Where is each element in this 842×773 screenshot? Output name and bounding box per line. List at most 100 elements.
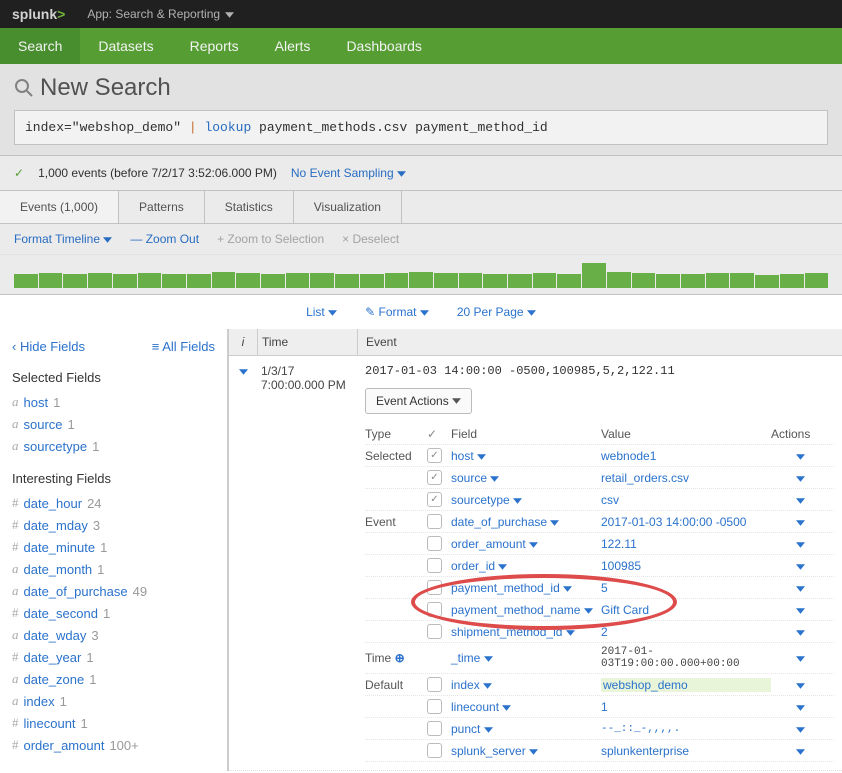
- timeline-bar[interactable]: [459, 273, 483, 288]
- field-checkbox[interactable]: [427, 580, 442, 595]
- timeline-bar[interactable]: [39, 273, 63, 288]
- timeline-bar[interactable]: [805, 273, 829, 288]
- event-sampling[interactable]: No Event Sampling: [291, 166, 406, 180]
- field-checkbox[interactable]: [427, 721, 442, 736]
- timeline-bar[interactable]: [681, 274, 705, 288]
- timeline-bar[interactable]: [755, 275, 779, 288]
- field-name[interactable]: date_hour: [24, 496, 83, 511]
- format-timeline[interactable]: Format Timeline: [14, 232, 112, 246]
- field-name-cell[interactable]: index: [451, 678, 601, 692]
- timeline-bar[interactable]: [212, 272, 236, 288]
- timeline-bar[interactable]: [88, 273, 112, 288]
- field-value-cell[interactable]: 2017-01-03T19:00:00.000+00:00: [601, 646, 771, 670]
- timeline-bar[interactable]: [508, 274, 532, 288]
- field-value-cell[interactable]: 100985: [601, 559, 771, 573]
- field-name-cell[interactable]: punct: [451, 722, 601, 736]
- timeline-bar[interactable]: [582, 263, 606, 288]
- zoom-out[interactable]: — Zoom Out: [130, 232, 199, 246]
- field-name[interactable]: sourcetype: [24, 439, 88, 454]
- timeline-bar[interactable]: [656, 274, 680, 288]
- field-name-cell[interactable]: shipment_method_id: [451, 625, 601, 639]
- field-name[interactable]: date_wday: [24, 628, 87, 643]
- field-name[interactable]: linecount: [24, 716, 76, 731]
- timeline-bar[interactable]: [113, 274, 137, 288]
- field-name[interactable]: host: [24, 395, 49, 410]
- field-actions-caret[interactable]: [771, 744, 811, 758]
- timeline-bar[interactable]: [138, 273, 162, 288]
- timeline-bar[interactable]: [607, 272, 631, 288]
- field-value-cell[interactable]: splunkenterprise: [601, 744, 771, 758]
- field-value-cell[interactable]: 1: [601, 700, 771, 714]
- field-actions-caret[interactable]: [771, 722, 811, 736]
- field-checkbox[interactable]: [427, 514, 442, 529]
- nav-alerts[interactable]: Alerts: [257, 28, 329, 64]
- field-name[interactable]: source: [24, 417, 63, 432]
- timeline-bar[interactable]: [187, 274, 211, 288]
- field-checkbox[interactable]: [427, 492, 442, 507]
- timeline-bar[interactable]: [286, 273, 310, 288]
- nav-reports[interactable]: Reports: [172, 28, 257, 64]
- field-value-cell[interactable]: 5: [601, 581, 771, 595]
- field-item[interactable]: ahost1: [12, 391, 215, 413]
- field-value-cell[interactable]: csv: [601, 493, 771, 507]
- field-item[interactable]: #date_hour24: [12, 492, 215, 514]
- field-value-cell[interactable]: retail_orders.csv: [601, 471, 771, 485]
- timeline-chart[interactable]: [0, 255, 842, 295]
- field-name[interactable]: date_year: [24, 650, 82, 665]
- field-item[interactable]: #date_year1: [12, 646, 215, 668]
- field-actions-caret[interactable]: [771, 603, 811, 617]
- timeline-bar[interactable]: [706, 273, 730, 288]
- field-actions-caret[interactable]: [771, 625, 811, 639]
- tab-patterns[interactable]: Patterns: [119, 191, 205, 223]
- nav-datasets[interactable]: Datasets: [80, 28, 171, 64]
- field-item[interactable]: adate_zone1: [12, 668, 215, 690]
- field-name-cell[interactable]: payment_method_name: [451, 603, 601, 617]
- field-item[interactable]: asource1: [12, 413, 215, 435]
- all-fields[interactable]: ≡ All Fields: [152, 339, 215, 354]
- field-name-cell[interactable]: date_of_purchase: [451, 515, 601, 529]
- format-menu[interactable]: ✎ Format: [365, 305, 429, 319]
- field-name[interactable]: date_of_purchase: [24, 584, 128, 599]
- field-actions-caret[interactable]: [771, 493, 811, 507]
- timeline-bar[interactable]: [236, 273, 260, 288]
- tab-visualization[interactable]: Visualization: [294, 191, 402, 223]
- field-actions-caret[interactable]: [771, 515, 811, 529]
- field-item[interactable]: #date_second1: [12, 602, 215, 624]
- field-item[interactable]: aindex1: [12, 690, 215, 712]
- field-name-cell[interactable]: order_amount: [451, 537, 601, 551]
- field-name[interactable]: order_amount: [24, 738, 105, 753]
- field-value-cell[interactable]: Gift Card: [601, 603, 771, 617]
- app-menu[interactable]: App: Search & Reporting: [87, 7, 234, 21]
- timeline-bar[interactable]: [483, 274, 507, 288]
- field-name-cell[interactable]: sourcetype: [451, 493, 601, 507]
- tab-events[interactable]: Events (1,000): [0, 191, 119, 223]
- field-name[interactable]: date_second: [24, 606, 98, 621]
- field-name-cell[interactable]: payment_method_id: [451, 581, 601, 595]
- timeline-bar[interactable]: [310, 273, 334, 288]
- field-name[interactable]: date_mday: [24, 518, 88, 533]
- field-value-cell[interactable]: 2017-01-03 14:00:00 -0500: [601, 515, 771, 529]
- timeline-bar[interactable]: [730, 273, 754, 288]
- field-checkbox[interactable]: [427, 536, 442, 551]
- search-input[interactable]: index="webshop_demo" | lookup payment_me…: [14, 110, 828, 145]
- field-name-cell[interactable]: order_id: [451, 559, 601, 573]
- field-checkbox[interactable]: [427, 448, 442, 463]
- field-name-cell[interactable]: linecount: [451, 700, 601, 714]
- field-actions-caret[interactable]: [771, 700, 811, 714]
- field-item[interactable]: #order_amount100+: [12, 734, 215, 756]
- collapse-icon[interactable]: [229, 356, 257, 770]
- timeline-bar[interactable]: [434, 273, 458, 288]
- timeline-bar[interactable]: [409, 272, 433, 288]
- timeline-bar[interactable]: [261, 274, 285, 288]
- field-name-cell[interactable]: host: [451, 449, 601, 463]
- field-value-cell[interactable]: --_::_-,,,,.: [601, 723, 771, 735]
- field-actions-caret[interactable]: [771, 651, 811, 665]
- col-time[interactable]: Time: [257, 329, 357, 355]
- field-value-cell[interactable]: webshop_demo: [601, 678, 771, 692]
- field-checkbox[interactable]: [427, 558, 442, 573]
- field-actions-caret[interactable]: [771, 537, 811, 551]
- field-actions-caret[interactable]: [771, 559, 811, 573]
- list-mode[interactable]: List: [306, 305, 337, 319]
- field-value-cell[interactable]: 122.11: [601, 537, 771, 551]
- nav-search[interactable]: Search: [0, 28, 80, 64]
